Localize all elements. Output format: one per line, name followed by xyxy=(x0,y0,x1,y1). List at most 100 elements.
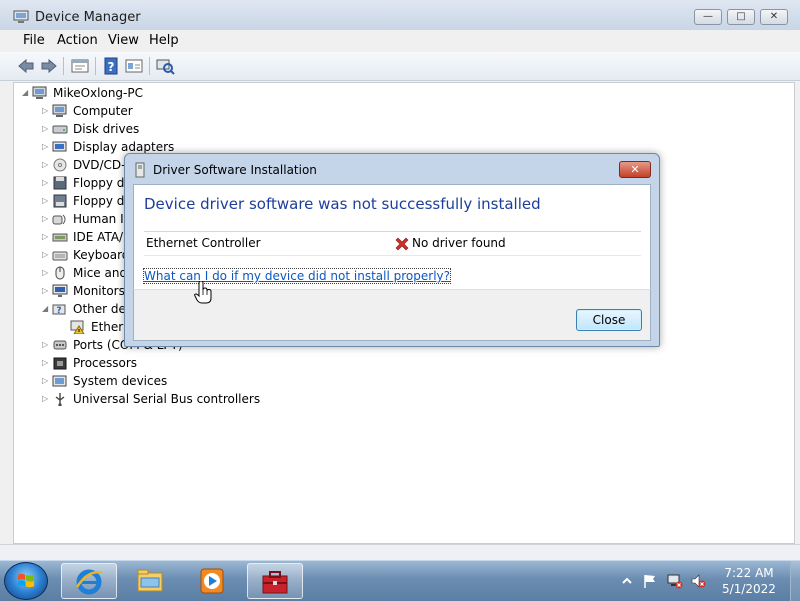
svg-text:?: ? xyxy=(56,306,61,316)
device-status: No driver found xyxy=(412,236,506,250)
show-hidden-icons-chevron[interactable] xyxy=(619,573,635,589)
toolbar-separator xyxy=(95,57,96,75)
taskbar-internet-explorer[interactable] xyxy=(61,563,117,599)
keyboard-icon xyxy=(52,251,68,261)
show-desktop-button[interactable] xyxy=(790,561,800,601)
close-dialog-button[interactable]: Close xyxy=(576,309,642,331)
menu-help[interactable]: Help xyxy=(147,33,181,48)
back-icon[interactable] xyxy=(16,57,36,75)
show-hidden-icon[interactable] xyxy=(124,57,144,75)
internet-explorer-icon xyxy=(75,569,103,595)
clock-date: 5/1/2022 xyxy=(722,582,776,596)
forward-icon[interactable] xyxy=(39,57,59,75)
expand-arrow-icon[interactable]: ▷ xyxy=(42,390,52,408)
dialog-heading: Device driver software was not successfu… xyxy=(144,195,541,213)
menu-action[interactable]: Action xyxy=(55,33,100,48)
menu-file[interactable]: File xyxy=(21,33,47,48)
computer-icon xyxy=(52,104,67,117)
taskbar-explorer[interactable] xyxy=(123,563,179,599)
hand-cursor-icon xyxy=(194,281,212,304)
disk-drive-icon xyxy=(52,125,68,134)
maximize-button[interactable]: □ xyxy=(727,9,755,25)
expand-arrow-icon[interactable]: ▷ xyxy=(42,336,52,354)
tree-item-label: Floppy d xyxy=(73,176,125,190)
toolbar-separator xyxy=(63,57,64,75)
tree-item-label: Other de xyxy=(73,302,126,316)
mouse-icon xyxy=(55,266,65,280)
port-icon xyxy=(53,340,67,350)
dialog-close-button[interactable]: ✕ xyxy=(619,161,651,178)
menu-view[interactable]: View xyxy=(106,33,141,48)
clock[interactable]: 7:22 AM 5/1/2022 xyxy=(712,565,786,597)
system-devices-icon xyxy=(52,375,67,387)
taskbar: 7:22 AM 5/1/2022 xyxy=(0,560,800,601)
expand-arrow-icon[interactable]: ▷ xyxy=(42,354,52,372)
media-player-icon xyxy=(200,568,224,594)
floppy-controller-icon xyxy=(53,194,67,208)
warning-device-icon xyxy=(70,320,85,334)
device-manager-icon xyxy=(262,571,288,594)
collapse-arrow-icon[interactable]: ◢ xyxy=(22,84,32,102)
tree-item-label: Keyboard xyxy=(73,248,130,262)
collapse-arrow-icon[interactable]: ◢ xyxy=(42,300,52,318)
device-manager-icon xyxy=(13,10,29,23)
usb-icon xyxy=(55,393,65,406)
other-devices-icon: ? xyxy=(52,304,66,316)
tree-item-label: Monitors xyxy=(73,284,125,298)
start-button[interactable] xyxy=(4,562,48,600)
tree-item-label: Human I xyxy=(73,212,124,226)
processor-icon xyxy=(53,357,67,370)
install-icon xyxy=(135,162,145,178)
computer-icon xyxy=(32,86,47,99)
expand-arrow-icon[interactable]: ▷ xyxy=(42,228,52,246)
expand-arrow-icon[interactable]: ▷ xyxy=(42,246,52,264)
expand-arrow-icon[interactable]: ▷ xyxy=(42,210,52,228)
toolbar-separator xyxy=(149,57,150,75)
clock-time: 7:22 AM xyxy=(724,566,774,580)
window-title: Device Manager xyxy=(35,10,141,25)
svg-text:?: ? xyxy=(108,60,115,74)
expand-arrow-icon[interactable]: ▷ xyxy=(42,102,52,120)
tree-item-label: Mice and xyxy=(73,266,128,280)
title-bar[interactable]: Device Manager — □ ✕ xyxy=(0,0,800,30)
tree-item-label: Disk drives xyxy=(73,122,140,136)
expand-arrow-icon[interactable]: ▷ xyxy=(42,120,52,138)
expand-arrow-icon[interactable]: ▷ xyxy=(42,372,52,390)
help-icon[interactable]: ? xyxy=(101,57,121,75)
tree-item-label: DVD/CD- xyxy=(73,158,126,172)
expand-arrow-icon[interactable]: ▷ xyxy=(42,264,52,282)
expand-arrow-icon[interactable]: ▷ xyxy=(42,156,52,174)
menu-bar: File Action View Help xyxy=(0,30,800,52)
taskbar-device-manager[interactable] xyxy=(247,563,303,599)
expand-arrow-icon[interactable]: ▷ xyxy=(42,282,52,300)
divider xyxy=(144,255,641,256)
tree-item-label: Universal Serial Bus controllers xyxy=(73,392,261,406)
scan-hardware-icon[interactable] xyxy=(155,57,175,75)
floppy-icon xyxy=(53,176,67,190)
help-link[interactable]: What can I do if my device did not insta… xyxy=(143,268,451,284)
driver-install-dialog: Driver Software Installation ✕ Device dr… xyxy=(124,153,660,347)
volume-muted-icon[interactable] xyxy=(690,573,706,589)
tree-item-label: Ether xyxy=(91,320,124,334)
divider xyxy=(144,231,641,232)
properties-icon[interactable] xyxy=(70,57,90,75)
error-x-icon xyxy=(395,237,409,251)
expand-arrow-icon[interactable]: ▷ xyxy=(42,192,52,210)
close-button[interactable]: ✕ xyxy=(760,9,788,25)
tree-item-label: Processors xyxy=(73,356,138,370)
toolbar: ? xyxy=(0,52,800,81)
status-bar xyxy=(0,544,800,561)
dialog-body: Device driver software was not successfu… xyxy=(133,184,651,289)
taskbar-media-player[interactable] xyxy=(185,563,241,599)
display-adapter-icon xyxy=(52,141,67,152)
minimize-button[interactable]: — xyxy=(694,9,722,25)
tree-root-label: MikeOxlong-PC xyxy=(53,86,143,100)
windows-logo-icon xyxy=(17,573,35,588)
dvd-icon xyxy=(53,158,67,172)
expand-arrow-icon[interactable]: ▷ xyxy=(42,138,52,156)
tree-item-label: Computer xyxy=(73,104,133,118)
expand-arrow-icon[interactable]: ▷ xyxy=(42,174,52,192)
network-icon[interactable] xyxy=(667,573,683,589)
explorer-icon xyxy=(137,569,163,592)
action-center-flag-icon[interactable] xyxy=(642,573,658,589)
